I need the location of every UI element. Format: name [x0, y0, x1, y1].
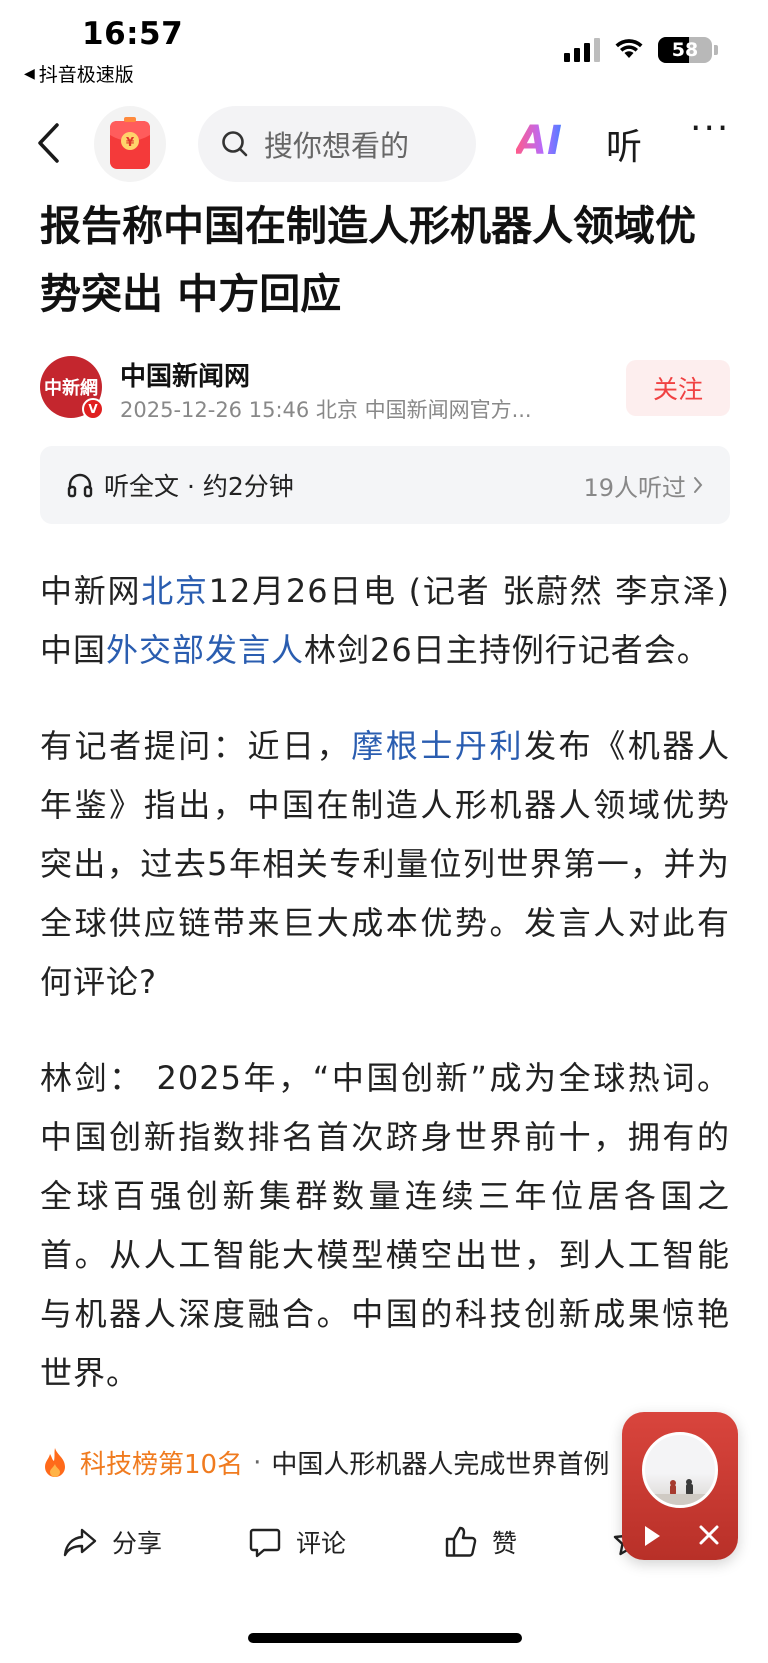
close-icon	[699, 1525, 719, 1545]
wifi-icon	[614, 36, 644, 64]
listen-button[interactable]: 听	[606, 118, 642, 170]
back-app-label: 抖音极速版	[38, 64, 134, 86]
entity-link-morgan-stanley[interactable]: 摩根士丹利	[351, 727, 524, 765]
headphones-icon	[67, 473, 93, 498]
article-paragraph: 林剑： 2025年，“中国创新”成为全球热词。中国创新指数排名首次跻身世界前十，…	[40, 1059, 730, 1392]
svg-text:¥: ¥	[126, 135, 135, 149]
home-indicator	[248, 1633, 522, 1643]
share-button[interactable]: 分享	[62, 1524, 162, 1560]
close-player-button[interactable]	[698, 1524, 720, 1550]
chevron-left-icon	[38, 123, 59, 163]
comment-button[interactable]: 评论	[248, 1524, 346, 1560]
listen-count[interactable]: 19人听过	[583, 468, 704, 503]
listen-count-text: 19人听过	[583, 473, 686, 502]
article-body: 中新网北京12月26日电 (记者 张蔚然 李京泽)中国外交部发言人林剑26日主持…	[40, 562, 730, 1420]
top-nav: ¥ 搜你想看的 AI 听 ···	[0, 98, 768, 192]
paragraph-text: 中新网	[40, 572, 142, 610]
search-bar[interactable]: 搜你想看的	[198, 106, 476, 182]
status-icons: 58	[564, 36, 718, 64]
comment-label: 评论	[296, 1529, 347, 1558]
back-to-app-link[interactable]: ◀ 抖音极速版	[24, 60, 134, 87]
status-bar: 16:57 ◀ 抖音极速版 58	[0, 0, 768, 92]
author-row: 中新網 V 中国新闻网 2025-12-26 15:46 北京 中国新闻网官方.…	[40, 356, 730, 426]
status-time: 16:57	[82, 16, 184, 52]
red-packet-button[interactable]: ¥	[94, 106, 166, 182]
listen-label: 听全文 · 约2分钟	[104, 472, 294, 501]
like-label: 赞	[492, 1529, 518, 1558]
article-paragraph: 中新网北京12月26日电 (记者 张蔚然 李京泽)中国外交部发言人林剑26日主持…	[40, 562, 730, 680]
more-options-button[interactable]: ···	[690, 108, 730, 149]
search-placeholder: 搜你想看的	[264, 129, 410, 163]
ai-button[interactable]: AI	[516, 118, 562, 164]
entity-link-beijing[interactable]: 北京	[141, 572, 208, 610]
listen-full-text: 听全文 · 约2分钟	[66, 467, 294, 503]
like-button[interactable]: 赞	[444, 1524, 517, 1560]
entity-link-mfa-spokesperson[interactable]: 外交部发言人	[106, 631, 304, 669]
share-icon	[63, 1528, 97, 1557]
cover-figures-icon	[645, 1479, 715, 1505]
back-button[interactable]	[28, 118, 68, 168]
page-content: 16:57 ◀ 抖音极速版 58 ¥ 搜你想看的 AI 听 ··· 报告称中国在…	[0, 0, 768, 1420]
listen-full-text-bar[interactable]: 听全文 · 约2分钟 19人听过	[40, 446, 730, 524]
verified-badge-icon: V	[82, 398, 104, 420]
author-meta: 2025-12-26 15:46 北京 中国新闻网官方...	[120, 398, 532, 422]
search-icon	[222, 131, 248, 157]
battery-tip	[714, 45, 718, 55]
paragraph-text: 发布《机器人年鉴》指出，中国在制造人形机器人领域优势突出，过去5年相关专利量位列…	[40, 727, 730, 1001]
floating-audio-player[interactable]	[622, 1412, 738, 1560]
hot-separator: ·	[253, 1447, 262, 1478]
hot-topic-title: 中国人形机器人完成世界首例	[271, 1450, 610, 1480]
player-cover-image	[642, 1432, 718, 1508]
red-packet-icon: ¥	[110, 117, 150, 169]
battery-level: 58	[671, 39, 699, 61]
play-button[interactable]	[642, 1524, 662, 1552]
play-icon	[645, 1526, 660, 1546]
comment-icon	[249, 1528, 281, 1558]
thumbs-up-icon	[445, 1526, 477, 1557]
follow-button[interactable]: 关注	[626, 360, 730, 416]
back-triangle-icon: ◀	[24, 65, 35, 82]
chevron-right-icon	[694, 477, 703, 493]
flame-icon	[45, 1447, 65, 1477]
paragraph-text: 有记者提问：近日，	[40, 727, 352, 765]
author-logo-text: 中新網	[44, 378, 98, 399]
battery-icon: 58	[658, 37, 712, 63]
paragraph-text: 林剑26日主持例行记者会。	[304, 631, 710, 669]
share-label: 分享	[112, 1529, 163, 1558]
cellular-signal-icon	[564, 38, 600, 62]
hot-ranking-content: 科技榜第10名 · 中国人形机器人完成世界首例	[40, 1444, 609, 1481]
article-paragraph: 有记者提问：近日，摩根士丹利发布《机器人年鉴》指出，中国在制造人形机器人领域优势…	[40, 717, 730, 1012]
author-name[interactable]: 中国新闻网	[120, 356, 250, 393]
article-headline: 报告称中国在制造人形机器人领域优势突出 中方回应	[40, 202, 696, 318]
hot-rank-label: 科技榜第10名	[80, 1450, 244, 1480]
